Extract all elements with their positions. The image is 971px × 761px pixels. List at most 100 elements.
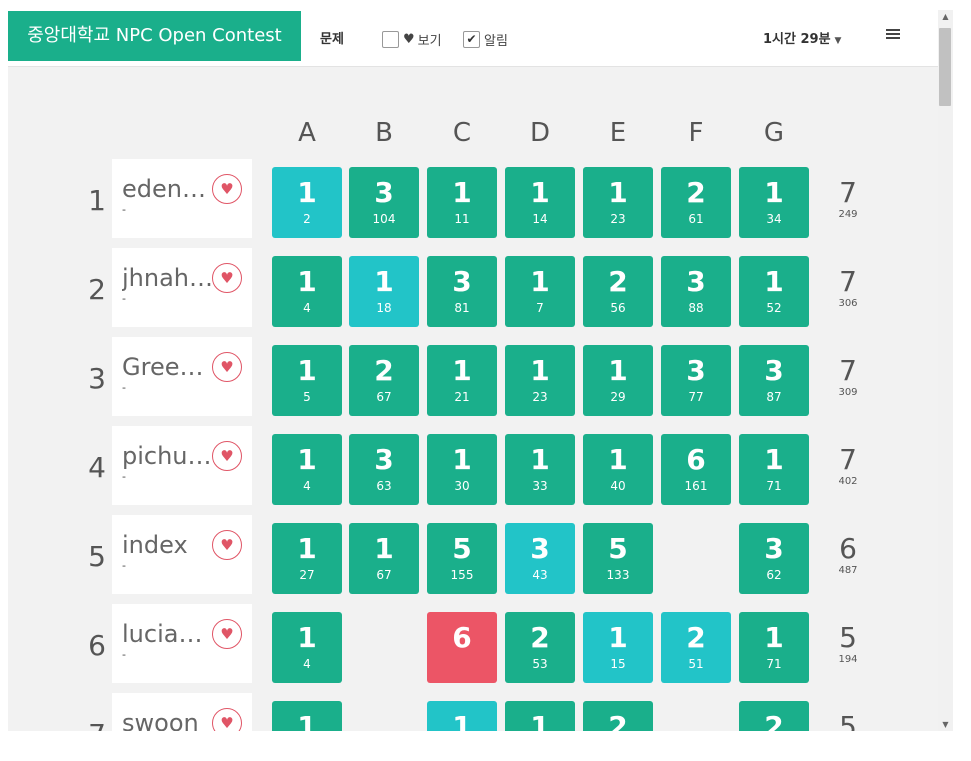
- favorite-heart-icon[interactable]: ♥: [212, 530, 242, 560]
- problem-cell-g[interactable]: 1 71: [739, 434, 809, 505]
- team-name[interactable]: swoon: [122, 709, 214, 731]
- favorite-heart-icon[interactable]: ♥: [212, 619, 242, 649]
- favorite-heart-icon[interactable]: ♥: [212, 174, 242, 204]
- attempt-count: 1: [297, 176, 317, 209]
- solved-count: 6: [839, 532, 857, 565]
- alert-toggle[interactable]: ✔ 알림: [463, 30, 508, 49]
- problem-cell-f[interactable]: 3 77: [661, 345, 731, 416]
- problem-cell-a[interactable]: 15: [272, 345, 342, 416]
- problem-cell-b[interactable]: 1 18: [349, 256, 419, 327]
- problem-cell-a[interactable]: 1 27: [272, 523, 342, 594]
- team-name[interactable]: pichulia: [122, 442, 214, 470]
- team-name[interactable]: Greenhorn: [122, 353, 214, 381]
- problem-cell-d[interactable]: 3 43: [505, 523, 575, 594]
- problem-cell-d[interactable]: 1 33: [505, 434, 575, 505]
- solved-count: 5: [839, 621, 857, 654]
- alert-checkbox[interactable]: ✔: [463, 30, 480, 48]
- team-card[interactable]: swoon-♥: [112, 693, 252, 731]
- team-card[interactable]: index - ♥: [112, 515, 252, 594]
- problem-header-b[interactable]: B: [349, 118, 419, 148]
- team-name[interactable]: edenooo: [122, 175, 214, 203]
- scroll-down-icon[interactable]: ▼: [938, 720, 953, 729]
- problem-cell-e[interactable]: 5 133: [583, 523, 653, 594]
- problem-cell-d[interactable]: 1: [505, 701, 575, 731]
- scroll-up-icon[interactable]: ▲: [938, 12, 953, 21]
- favorite-heart-icon[interactable]: ♥: [212, 441, 242, 471]
- problem-cell-f[interactable]: 6 161: [661, 434, 731, 505]
- problem-cell-b[interactable]: 2 67: [349, 345, 419, 416]
- problem-cell-a[interactable]: 14: [272, 434, 342, 505]
- team-affiliation: -: [122, 381, 126, 394]
- problem-cell-c[interactable]: 5 155: [427, 523, 497, 594]
- team-card[interactable]: luciahotel- ♥: [112, 604, 252, 683]
- caret-down-icon: ▼: [834, 36, 842, 46]
- view-favorites-toggle[interactable]: ♥ 보기: [382, 30, 442, 49]
- problem-cell-c[interactable]: 3 81: [427, 256, 497, 327]
- problem-cell-g[interactable]: 3 62: [739, 523, 809, 594]
- problem-header-g[interactable]: G: [739, 118, 809, 148]
- problem-cell-c[interactable]: 1 21: [427, 345, 497, 416]
- problem-cell-g[interactable]: 1 34: [739, 167, 809, 238]
- problem-cell-b[interactable]: 3 104: [349, 167, 419, 238]
- team-name[interactable]: jhnah917: [122, 264, 214, 292]
- problem-cell-g[interactable]: 3 87: [739, 345, 809, 416]
- problem-cell-e[interactable]: 1 15: [583, 612, 653, 683]
- team-affiliation: -: [122, 292, 126, 305]
- problem-header-e[interactable]: E: [583, 118, 653, 148]
- total-score: 7 306: [818, 266, 878, 310]
- rank-number: 2: [88, 273, 106, 306]
- problem-cell-a[interactable]: 12: [272, 167, 342, 238]
- problem-cell-a[interactable]: 14: [272, 256, 342, 327]
- problem-header-f[interactable]: F: [661, 118, 731, 148]
- problem-cell-e[interactable]: 2: [583, 701, 653, 731]
- problem-cell-g[interactable]: 2: [739, 701, 809, 731]
- solve-time: 29: [610, 390, 626, 404]
- problem-cell-c[interactable]: 1 11: [427, 167, 497, 238]
- problem-header-d[interactable]: D: [505, 118, 575, 148]
- scroll-thumb[interactable]: [939, 28, 951, 106]
- problem-cell-d[interactable]: 1 14: [505, 167, 575, 238]
- problem-cell-f[interactable]: 2 51: [661, 612, 731, 683]
- solve-time: 4: [303, 479, 311, 493]
- problem-cell-d[interactable]: 17: [505, 256, 575, 327]
- menu-icon[interactable]: [886, 29, 900, 41]
- team-name[interactable]: luciahotel: [122, 620, 214, 648]
- problem-cell-a[interactable]: 14: [272, 612, 342, 683]
- favorite-heart-icon[interactable]: ♥: [212, 263, 242, 293]
- problem-cell-c[interactable]: 1: [427, 701, 497, 731]
- attempt-count: 2: [764, 710, 784, 732]
- problem-cell-g[interactable]: 1 52: [739, 256, 809, 327]
- solve-time: 155: [450, 568, 474, 582]
- problem-cell-b[interactable]: 1 67: [349, 523, 419, 594]
- problems-menu[interactable]: 문제: [320, 28, 344, 47]
- attempt-count: 1: [608, 443, 628, 476]
- favorite-heart-icon[interactable]: ♥: [212, 708, 242, 731]
- favorite-heart-icon[interactable]: ♥: [212, 352, 242, 382]
- problem-cell-f[interactable]: 3 88: [661, 256, 731, 327]
- time-remaining-dropdown[interactable]: 1시간 29분 ▼: [763, 28, 841, 47]
- team-name[interactable]: index: [122, 531, 214, 559]
- team-card[interactable]: pichulia - ♥: [112, 426, 252, 505]
- problem-cell-e[interactable]: 1 40: [583, 434, 653, 505]
- contest-title[interactable]: 중앙대학교 NPC Open Contest: [8, 11, 301, 61]
- vertical-scrollbar[interactable]: ▲ ▼: [938, 10, 953, 731]
- problem-cell-f[interactable]: 2 61: [661, 167, 731, 238]
- problem-cell-c[interactable]: 6: [427, 612, 497, 683]
- problem-header-a[interactable]: A: [272, 118, 342, 148]
- problem-cell-e[interactable]: 1 29: [583, 345, 653, 416]
- team-card[interactable]: edenooo- ♥: [112, 159, 252, 238]
- problem-cell-d[interactable]: 2 53: [505, 612, 575, 683]
- view-favorites-checkbox[interactable]: [382, 30, 399, 48]
- problem-cell-d[interactable]: 1 23: [505, 345, 575, 416]
- problem-header-c[interactable]: C: [427, 118, 497, 148]
- team-card[interactable]: Greenhorn- ♥: [112, 337, 252, 416]
- problem-cell-b[interactable]: 3 63: [349, 434, 419, 505]
- problem-cell-e[interactable]: 2 56: [583, 256, 653, 327]
- problem-cell-e[interactable]: 1 23: [583, 167, 653, 238]
- team-card[interactable]: jhnah917- ♥: [112, 248, 252, 327]
- problem-cell-c[interactable]: 1 30: [427, 434, 497, 505]
- problem-cell-a[interactable]: 1: [272, 701, 342, 731]
- attempt-count: 3: [530, 532, 550, 565]
- solve-time: 67: [376, 390, 392, 404]
- problem-cell-g[interactable]: 1 71: [739, 612, 809, 683]
